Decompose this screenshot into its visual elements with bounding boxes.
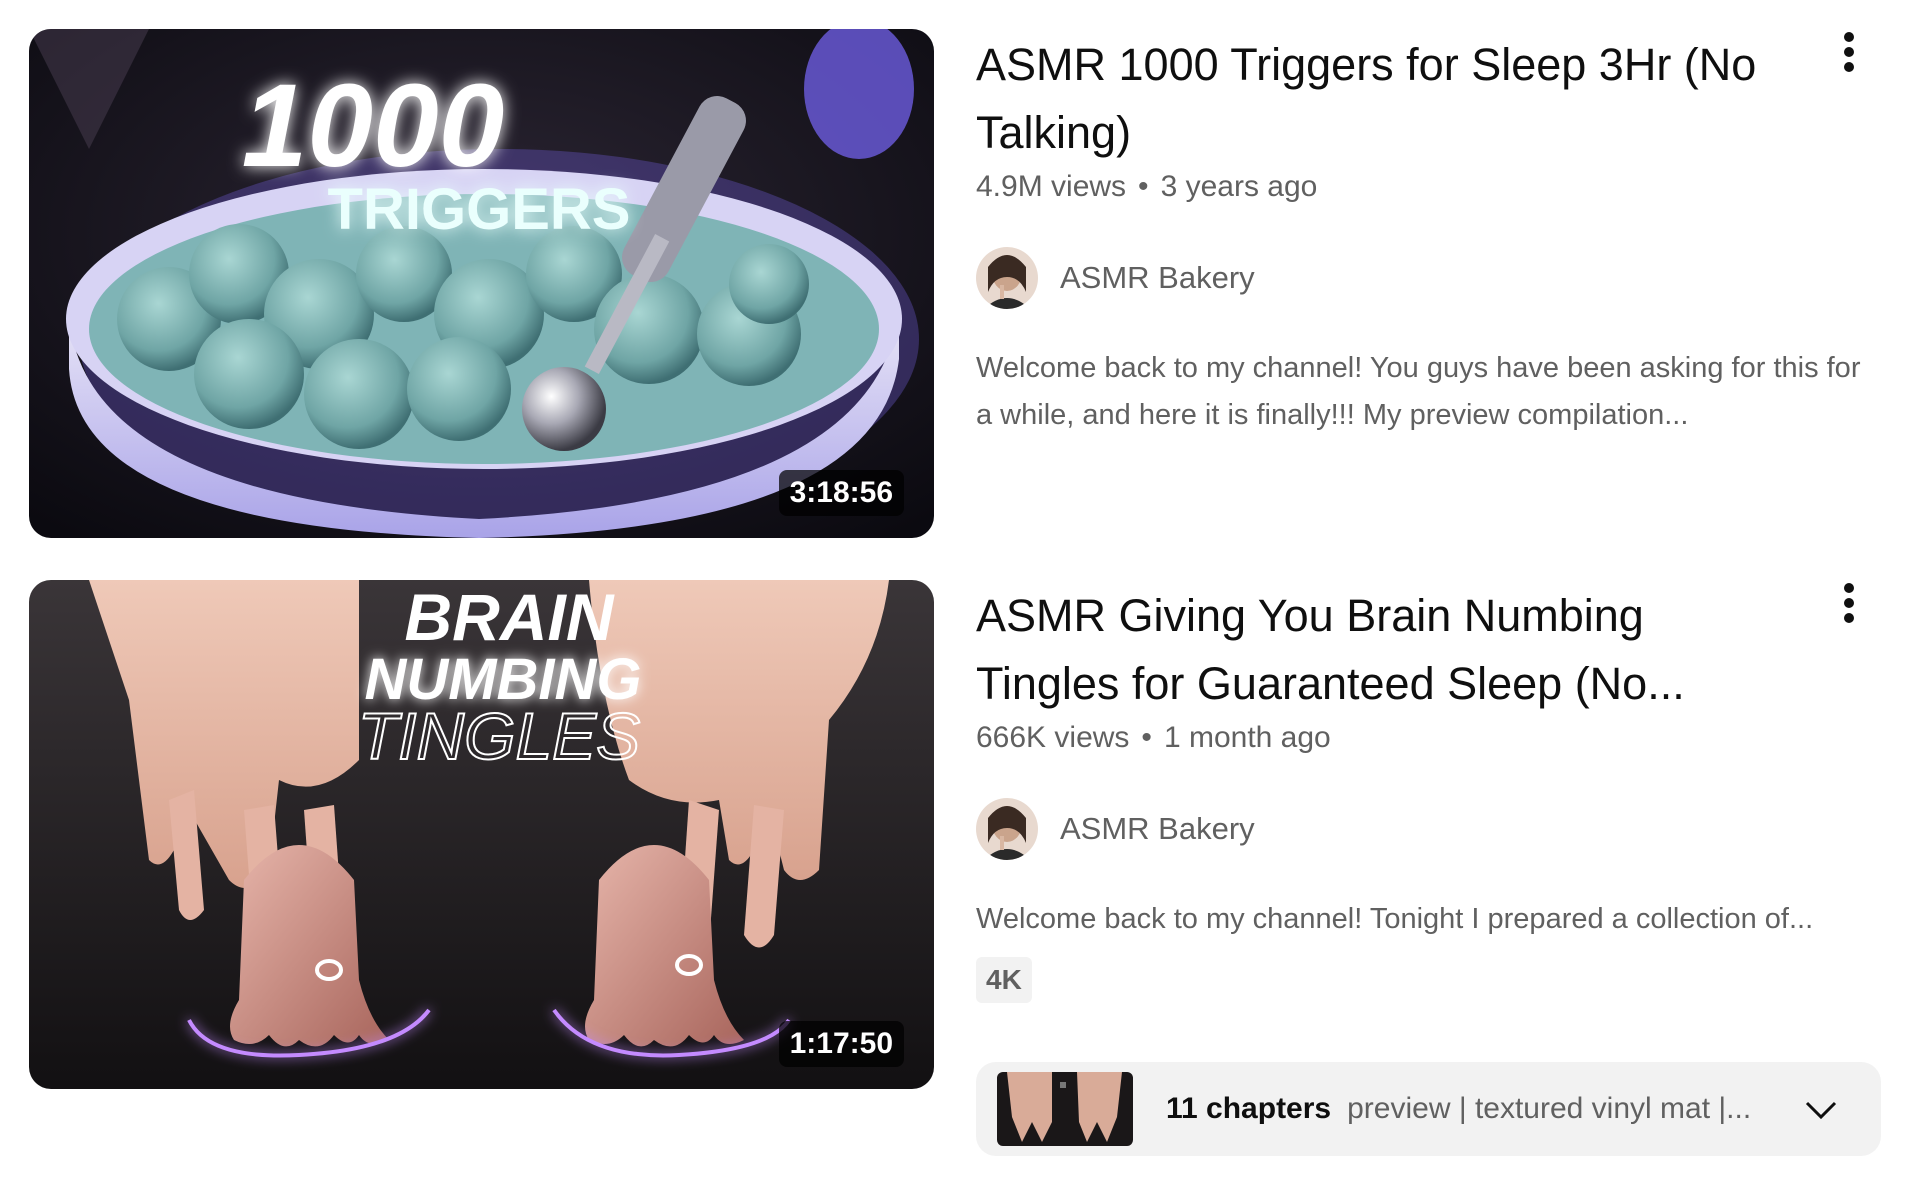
channel-name[interactable]: ASMR Bakery xyxy=(1060,260,1255,296)
more-vert-icon[interactable] xyxy=(1822,580,1876,634)
chapters-preview: preview | textured vinyl mat |... xyxy=(1347,1092,1752,1125)
duration-badge: 3:18:56 xyxy=(778,470,904,516)
thumbnail-headline: BRAIN xyxy=(405,580,615,654)
channel-avatar[interactable] xyxy=(976,798,1038,860)
thumbnail-image: BRAIN NUMBING TINGLES xyxy=(29,580,934,1089)
more-vert-icon[interactable] xyxy=(1822,29,1876,83)
channel-name[interactable]: ASMR Bakery xyxy=(1060,811,1255,847)
thumbnail-subheadline-2: TINGLES xyxy=(358,699,640,773)
video-metadata: 666K views • 1 month ago xyxy=(976,720,1331,756)
view-count: 666K views xyxy=(976,721,1130,754)
chevron-down-icon[interactable] xyxy=(1801,1090,1841,1130)
video-title[interactable]: ASMR 1000 Triggers for Sleep 3Hr (No Tal… xyxy=(976,31,1766,167)
video-description: Welcome back to my channel! You guys hav… xyxy=(976,352,1861,431)
video-title[interactable]: ASMR Giving You Brain Numbing Tingles fo… xyxy=(976,582,1766,718)
thumbnail-subheadline: TRIGGERS xyxy=(328,177,631,242)
channel-avatar[interactable] xyxy=(976,247,1038,309)
video-thumbnail[interactable]: BRAIN NUMBING TINGLES 1:17:50 xyxy=(29,580,934,1089)
meta-separator: • xyxy=(1138,170,1149,203)
chapters-count: 11 chapters xyxy=(1166,1092,1332,1125)
view-count: 4.9M views xyxy=(976,170,1127,203)
video-thumbnail[interactable]: 1000 TRIGGERS 3:18:56 xyxy=(29,29,934,538)
video-metadata: 4.9M views • 3 years ago xyxy=(976,169,1317,205)
channel-link[interactable]: ASMR Bakery xyxy=(976,247,1255,309)
chapters-expander[interactable]: 11 chapters preview | textured vinyl mat… xyxy=(976,1062,1881,1156)
thumbnail-headline: 1000 xyxy=(242,60,505,192)
meta-separator: • xyxy=(1141,721,1152,754)
quality-badge: 4K xyxy=(976,957,1032,1003)
upload-age: 3 years ago xyxy=(1160,170,1318,203)
channel-link[interactable]: ASMR Bakery xyxy=(976,798,1255,860)
chapter-thumbnail xyxy=(997,1072,1133,1146)
video-description: Welcome back to my channel! Tonight I pr… xyxy=(976,903,1814,935)
upload-age: 1 month ago xyxy=(1163,721,1331,754)
thumbnail-image: 1000 TRIGGERS xyxy=(29,29,934,538)
duration-badge: 1:17:50 xyxy=(778,1021,904,1067)
